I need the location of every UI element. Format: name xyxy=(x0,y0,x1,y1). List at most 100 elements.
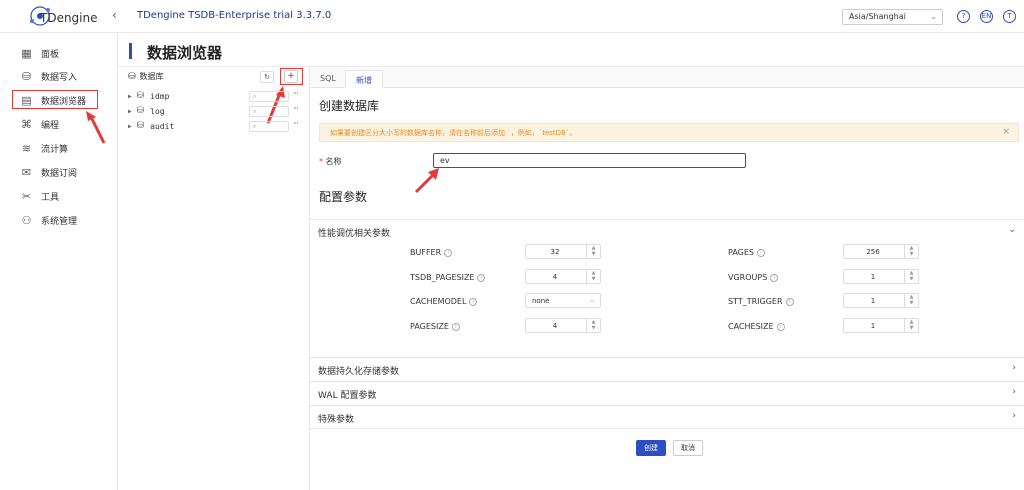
alert-text: 如果要创建区分大小写的数据库名称，请在名称前后添加 `，例如，`testDB`。 xyxy=(330,129,577,137)
name-label: * 名称 xyxy=(319,156,342,167)
info-alert: 如果要创建区分大小写的数据库名称，请在名称前后添加 `，例如，`testDB`。… xyxy=(319,123,1019,142)
more-menu-icon[interactable]: ··· xyxy=(293,89,299,98)
number-input[interactable]: 32 ▲ ▼ xyxy=(525,244,601,259)
info-icon[interactable]: i xyxy=(770,273,779,282)
param-label-text: STT_TRIGGER xyxy=(728,297,783,306)
timezone-value: Asia/Shanghai xyxy=(849,12,906,21)
app-title: TDengine TSDB-Enterprise trial 3.3.7.0 xyxy=(137,10,332,21)
config-title: 配置参数 xyxy=(319,190,368,204)
tree-header: ⛁ 数据库 xyxy=(128,71,164,82)
stepper-icon[interactable]: ▲ ▼ xyxy=(586,245,600,258)
section-performance[interactable]: 性能调优相关参数 ⌄ xyxy=(310,219,1024,246)
more-menu-icon[interactable]: ··· xyxy=(293,104,299,113)
sidebar-item-dashboard[interactable]: ▦ 面板 xyxy=(20,44,59,62)
database-icon: ⛁ xyxy=(128,71,136,82)
info-icon[interactable]: i xyxy=(477,273,486,282)
tree-item-database[interactable]: ▶ ⛁ log xyxy=(128,105,165,117)
search-input[interactable]: ⌕ xyxy=(249,106,289,117)
info-icon[interactable]: i xyxy=(785,297,794,306)
sidebar-item-admin[interactable]: ⚇ 系统管理 xyxy=(20,211,77,229)
param-label-text: CACHEMODEL xyxy=(410,297,467,306)
number-value: 32 xyxy=(550,248,560,256)
database-name-input[interactable] xyxy=(433,153,746,168)
section-label: 特殊参数 xyxy=(318,415,355,425)
info-icon[interactable]: i xyxy=(469,297,478,306)
title-accent-bar xyxy=(129,43,132,59)
chevron-down-icon: ⌄ xyxy=(589,296,595,304)
param-label: BUFFER i xyxy=(410,248,453,257)
database-icon: ⛁ xyxy=(136,121,145,131)
sidebar-item-label: 数据写入 xyxy=(41,72,78,83)
stepper-icon[interactable]: ▲ ▼ xyxy=(904,245,918,258)
tree-item-database[interactable]: ▶ ⛁ idmp xyxy=(128,90,169,102)
expand-triangle-icon[interactable]: ▶ xyxy=(128,93,132,100)
param-label: CACHEMODEL i xyxy=(410,297,478,306)
info-icon[interactable]: i xyxy=(451,322,460,331)
stepper-icon[interactable]: ▲ ▼ xyxy=(586,270,600,283)
stepper-icon[interactable]: ▲ ▼ xyxy=(586,319,600,332)
sidebar-item-stream[interactable]: ≋ 流计算 xyxy=(20,139,68,157)
sidebar-item-label: 流计算 xyxy=(41,144,69,155)
subscribe-icon: ✉ xyxy=(21,165,32,179)
number-input[interactable]: 4 ▲ ▼ xyxy=(525,269,601,284)
sidebar-item-subscribe[interactable]: ✉ 数据订阅 xyxy=(20,163,77,181)
sidebar-item-label: 数据订阅 xyxy=(41,168,78,179)
sidebar-item-label: 系统管理 xyxy=(41,216,78,227)
info-icon[interactable]: i xyxy=(776,322,785,331)
stepper-icon[interactable]: ▲ ▼ xyxy=(904,270,918,283)
stepper-icon[interactable]: ▲ ▼ xyxy=(904,319,918,332)
sidebar: ▦ 面板 ⛁ 数据写入 ▤ 数据浏览器 ⌘ 编程 ≋ 流计算 ✉ 数据订阅 ✂ … xyxy=(0,33,118,490)
section-persistence[interactable]: 数据持久化存储参数 › xyxy=(310,357,1024,381)
tab-bar: SQL 新增 xyxy=(310,67,1024,88)
info-icon[interactable]: i xyxy=(444,248,453,257)
info-icon[interactable]: i xyxy=(756,248,765,257)
user-avatar-button[interactable]: T xyxy=(1003,10,1016,23)
timezone-select[interactable]: Asia/Shanghai ⌄ xyxy=(842,9,943,25)
database-name: log xyxy=(150,106,165,116)
help-button[interactable]: ? xyxy=(957,10,970,23)
tree-item-database[interactable]: ▶ ⛁ audit xyxy=(128,120,174,132)
tab-new[interactable]: 新增 xyxy=(345,70,383,88)
annotation-arrow-icon xyxy=(414,168,439,194)
name-label-text: 名称 xyxy=(325,157,342,166)
language-button[interactable]: EN xyxy=(980,10,993,23)
chevron-left-icon[interactable]: ‹ xyxy=(112,8,117,22)
number-value: 1 xyxy=(870,297,876,305)
stepper-icon[interactable]: ▲ ▼ xyxy=(904,294,918,307)
section-special[interactable]: 特殊参数 › xyxy=(310,405,1024,429)
refresh-button[interactable]: ↻ xyxy=(260,71,274,83)
cancel-button[interactable]: 取消 xyxy=(673,440,703,456)
search-input[interactable]: ⌕ xyxy=(249,91,289,102)
logo[interactable]: TDengine xyxy=(26,3,116,29)
chevron-down-icon: ⌄ xyxy=(930,12,937,21)
search-input[interactable]: ⌕ xyxy=(249,121,289,132)
number-input[interactable]: 1 ▲ ▼ xyxy=(843,269,919,284)
create-button[interactable]: 创建 xyxy=(636,440,666,456)
chevron-right-icon: › xyxy=(1012,411,1016,421)
number-input[interactable]: 1 ▲ ▼ xyxy=(843,293,919,308)
expand-triangle-icon[interactable]: ▶ xyxy=(128,123,132,130)
param-label: VGROUPS i xyxy=(728,273,779,282)
section-label: 数据持久化存储参数 xyxy=(318,367,400,377)
param-label-text: PAGES xyxy=(728,248,754,257)
expand-triangle-icon[interactable]: ▶ xyxy=(128,108,132,115)
sidebar-item-data-in[interactable]: ⛁ 数据写入 xyxy=(20,67,77,85)
tools-icon: ✂ xyxy=(21,189,32,203)
number-input[interactable]: 256 ▲ ▼ xyxy=(843,244,919,259)
number-input[interactable]: 4 ▲ ▼ xyxy=(525,318,601,333)
section-wal[interactable]: WAL 配置参数 › xyxy=(310,381,1024,405)
close-icon[interactable]: × xyxy=(1002,127,1010,137)
tab-sql[interactable]: SQL xyxy=(310,70,346,88)
more-menu-icon[interactable]: ··· xyxy=(293,119,299,128)
chevron-right-icon: › xyxy=(1012,363,1016,373)
param-label: PAGESIZE i xyxy=(410,322,460,331)
param-label: TSDB_PAGESIZE i xyxy=(410,273,486,282)
number-input[interactable]: 1 ▲ ▼ xyxy=(843,318,919,333)
highlight-box xyxy=(12,90,98,109)
cachemodel-select[interactable]: none ⌄ xyxy=(525,293,601,308)
database-icon: ⛁ xyxy=(136,91,145,101)
tree-header-label: 数据库 xyxy=(139,72,164,81)
sidebar-item-tools[interactable]: ✂ 工具 xyxy=(20,187,59,205)
number-value: 4 xyxy=(552,273,558,281)
sidebar-item-programming[interactable]: ⌘ 编程 xyxy=(20,115,59,133)
